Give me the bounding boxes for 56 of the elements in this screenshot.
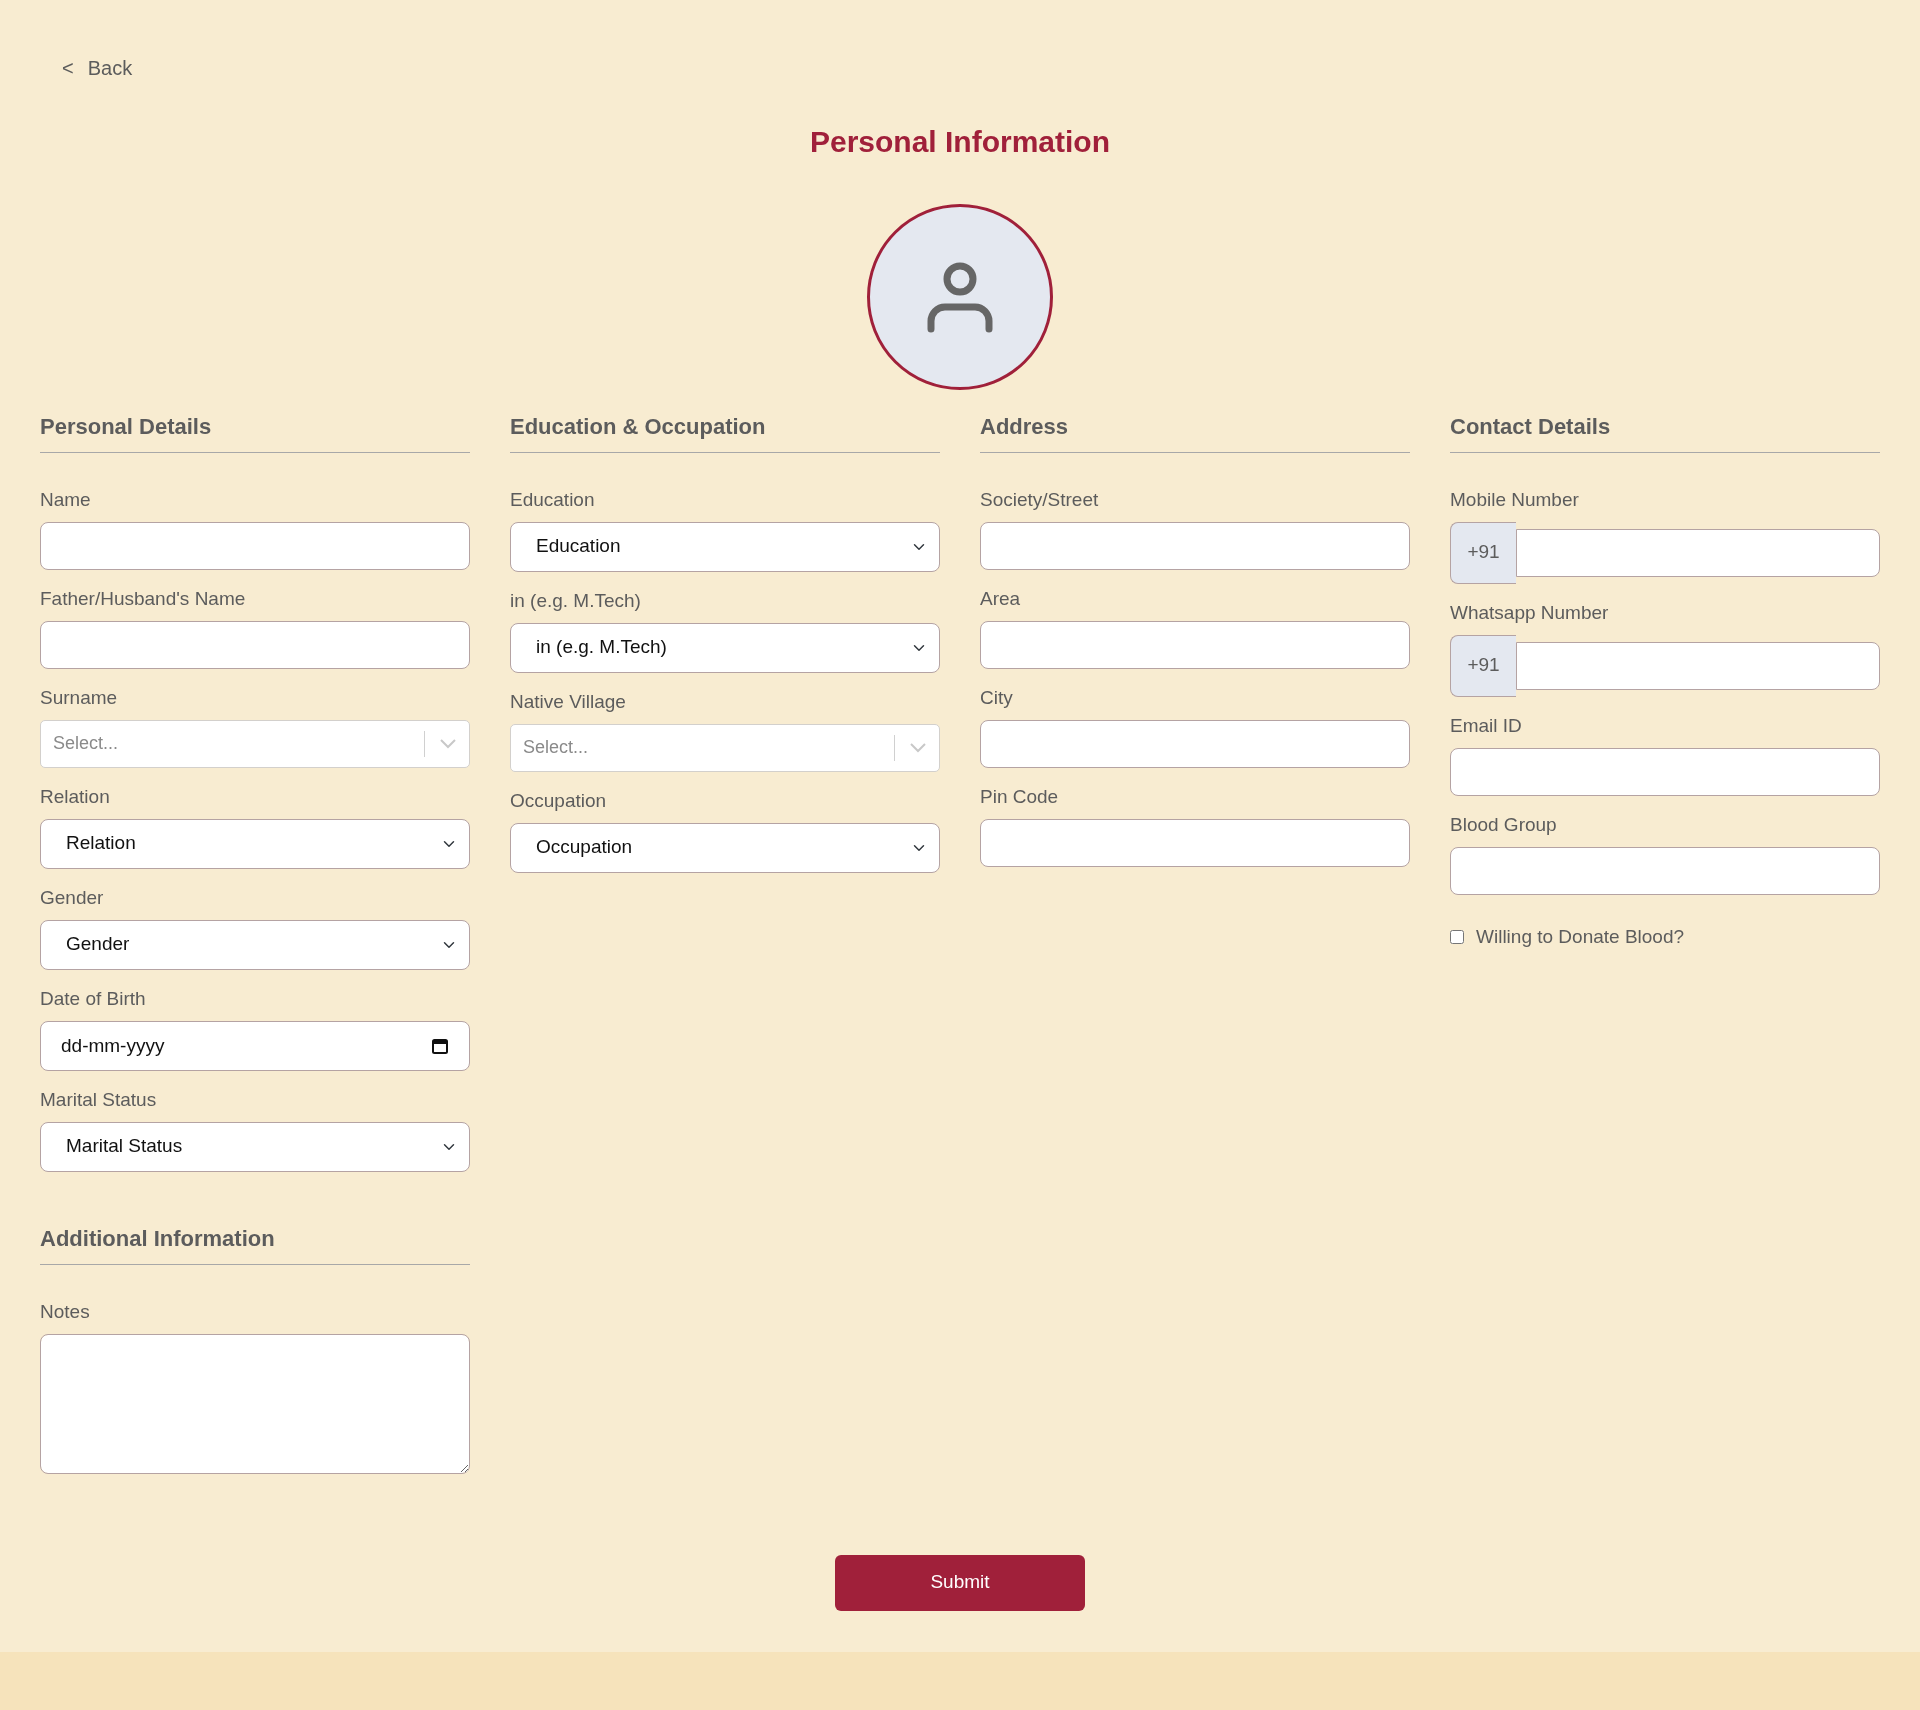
field-label: Surname	[40, 685, 119, 710]
input-field[interactable]	[980, 620, 1410, 669]
field-label: Notes	[40, 1299, 91, 1324]
field-label: Society/Street	[980, 487, 1100, 512]
field-label: Relation	[40, 784, 111, 809]
back-link[interactable]: < Back	[62, 54, 133, 82]
dropdown[interactable]: Gender	[40, 919, 470, 970]
field-label: Occupation	[510, 788, 608, 813]
dropdown[interactable]: Relation	[40, 818, 470, 869]
input-field[interactable]	[1450, 747, 1880, 796]
field-label: City	[980, 685, 1014, 710]
field-label: Mobile Number	[1450, 487, 1580, 512]
section-heading: Additional Information	[40, 1224, 470, 1265]
submit-button[interactable]: Submit	[835, 1554, 1085, 1611]
field-label: Father/Husband's Name	[40, 586, 247, 611]
country-code-addon: +91	[1450, 521, 1516, 584]
section-heading: Education & Occupation	[510, 412, 940, 453]
dropdown[interactable]: Occupation	[510, 822, 940, 873]
combo-box[interactable]: Select...	[510, 723, 940, 772]
field-label: Gender	[40, 885, 105, 910]
input-field[interactable]	[980, 521, 1410, 570]
field-label: Pin Code	[980, 784, 1060, 809]
input-field[interactable]	[1450, 846, 1880, 895]
input-field[interactable]	[980, 719, 1410, 768]
section-heading: Contact Details	[1450, 412, 1880, 453]
input-field[interactable]	[1516, 641, 1880, 690]
input-field[interactable]	[40, 620, 470, 669]
section-heading: Address	[980, 412, 1410, 453]
dropdown[interactable]: in (e.g. M.Tech)	[510, 622, 940, 673]
date-field[interactable]: dd-mm-yyyy	[40, 1020, 470, 1071]
input-field[interactable]	[980, 818, 1410, 867]
checkbox[interactable]	[1450, 929, 1464, 944]
field-label: Education	[510, 487, 596, 512]
chevron-down-icon	[440, 738, 456, 749]
dropdown[interactable]: Education	[510, 521, 940, 572]
calendar-icon[interactable]	[432, 1037, 448, 1054]
country-code-addon: +91	[1450, 634, 1516, 697]
field-label: Blood Group	[1450, 812, 1558, 837]
dropdown[interactable]: Marital Status	[40, 1121, 470, 1172]
field-label: Name	[40, 487, 92, 512]
field-label: in (e.g. M.Tech)	[510, 588, 642, 613]
section-heading: Personal Details	[40, 412, 470, 453]
field-label: Area	[980, 586, 1022, 611]
input-field[interactable]	[1516, 528, 1880, 577]
person-icon	[927, 260, 993, 333]
field-label: Marital Status	[40, 1087, 158, 1112]
page-title: Personal Information	[808, 123, 1111, 160]
combo-box[interactable]: Select...	[40, 719, 470, 768]
notes-field[interactable]	[40, 1333, 470, 1474]
chevron-down-icon	[910, 742, 926, 753]
field-label: Email ID	[1450, 713, 1523, 738]
field-label: Date of Birth	[40, 986, 147, 1011]
field-label: Native Village	[510, 689, 627, 714]
checkbox-label: Willing to Donate Blood?	[1476, 924, 1685, 949]
field-label: Whatsapp Number	[1450, 600, 1610, 625]
input-field[interactable]	[40, 521, 470, 570]
